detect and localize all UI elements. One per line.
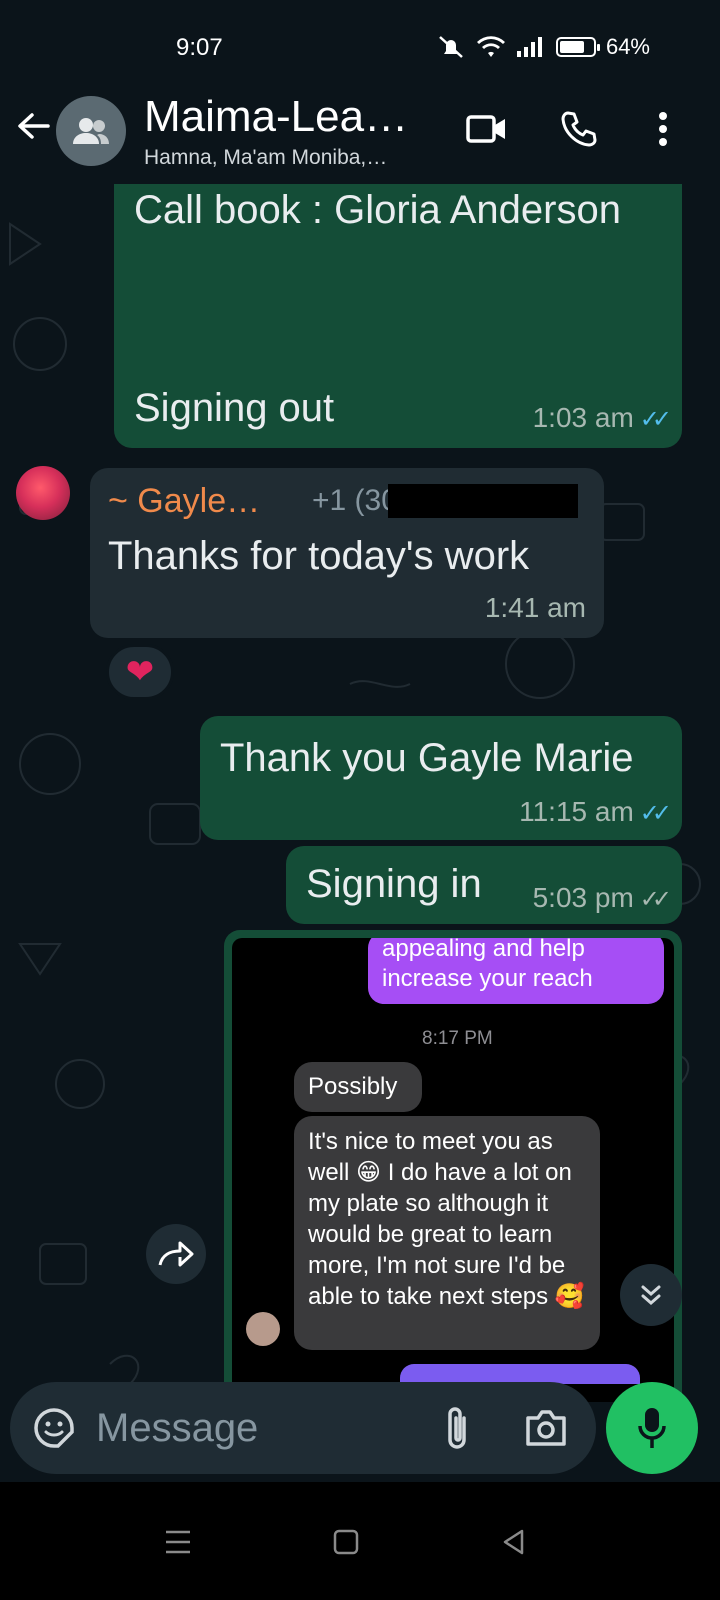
- chat-title[interactable]: Maima-Lea…: [144, 92, 408, 142]
- message-composer: Message: [10, 1382, 596, 1474]
- status-icons: 64%: [436, 34, 650, 60]
- outgoing-message[interactable]: Call book : Gloria Anderson Signing out …: [114, 184, 682, 448]
- recents-icon[interactable]: [148, 1512, 208, 1572]
- message-time: 1:03 am ✓✓: [532, 402, 672, 433]
- chat-area[interactable]: Call book : Gloria Anderson Signing out …: [0, 184, 720, 1402]
- sender-avatar[interactable]: [16, 466, 70, 520]
- image-purple-bubble: appealing and help increase your reach: [368, 938, 664, 1004]
- phone-icon[interactable]: [556, 106, 602, 152]
- video-call-icon[interactable]: [464, 106, 510, 152]
- delivered-ticks-icon: ✓✓: [639, 886, 672, 913]
- message-time: 11:15 am ✓✓: [519, 796, 672, 827]
- chat-participants[interactable]: Hamna, Ma'am Moniba,…: [144, 146, 387, 170]
- read-ticks-icon: ✓✓: [639, 800, 672, 827]
- incoming-message[interactable]: ~ Gayle… +1 (30 Thanks for today's work …: [90, 468, 604, 638]
- sender-phone: +1 (30: [312, 484, 398, 517]
- outgoing-message[interactable]: Thank you Gayle Marie 11:15 am ✓✓: [200, 716, 682, 840]
- message-input[interactable]: Message: [96, 1406, 258, 1451]
- message-text: Signing out: [134, 386, 335, 430]
- image-bubble-cutoff: [400, 1364, 640, 1384]
- image-timestamp: 8:17 PM: [422, 1028, 493, 1049]
- mute-icon: [439, 36, 463, 58]
- status-time: 9:07: [176, 34, 223, 61]
- group-icon: [73, 118, 109, 144]
- battery-level: 64%: [605, 34, 650, 59]
- chat-header: Maima-Lea… Hamna, Ma'am Moniba,…: [0, 80, 720, 184]
- message-text: Call book : Gloria Anderson: [134, 188, 621, 232]
- message-time: 1:41 am: [484, 592, 586, 623]
- message-text: Signing in: [306, 862, 482, 906]
- signal-icon: [516, 37, 542, 57]
- sender-name[interactable]: ~ Gayle…: [108, 482, 260, 521]
- heart-reaction-icon[interactable]: ❤: [106, 644, 174, 700]
- screenshot-image[interactable]: appealing and help increase your reach 8…: [232, 938, 674, 1402]
- image-message[interactable]: appealing and help increase your reach 8…: [224, 930, 682, 1402]
- outgoing-message[interactable]: Signing in 5:03 pm ✓✓: [286, 846, 682, 924]
- home-icon[interactable]: [316, 1512, 376, 1572]
- camera-icon[interactable]: [524, 1408, 568, 1448]
- message-text: Thanks for today's work: [108, 534, 530, 578]
- redacted-block: [388, 484, 578, 518]
- more-options-icon[interactable]: [640, 106, 686, 152]
- system-nav-bar: [0, 1482, 720, 1600]
- image-grey-bubble: Possibly: [294, 1062, 422, 1112]
- back-nav-icon[interactable]: [484, 1512, 544, 1572]
- back-arrow-icon[interactable]: [14, 106, 54, 146]
- read-ticks-icon: ✓✓: [639, 406, 672, 433]
- mic-button[interactable]: [606, 1382, 698, 1474]
- message-text: Thank you Gayle Marie: [220, 736, 634, 780]
- battery-icon: [555, 37, 600, 57]
- mic-icon: [638, 1408, 666, 1448]
- wifi-icon: [476, 36, 505, 57]
- attach-icon[interactable]: [440, 1404, 474, 1452]
- group-avatar[interactable]: [56, 96, 126, 166]
- status-bar: 9:07 64%: [0, 0, 720, 90]
- scroll-down-icon[interactable]: [620, 1264, 682, 1326]
- sticker-icon[interactable]: [32, 1406, 76, 1450]
- image-avatar: [246, 1312, 280, 1346]
- image-grey-bubble: It's nice to meet you as well 😁 I do hav…: [294, 1116, 600, 1350]
- message-time: 5:03 pm ✓✓: [532, 882, 672, 913]
- forward-icon[interactable]: [146, 1224, 206, 1284]
